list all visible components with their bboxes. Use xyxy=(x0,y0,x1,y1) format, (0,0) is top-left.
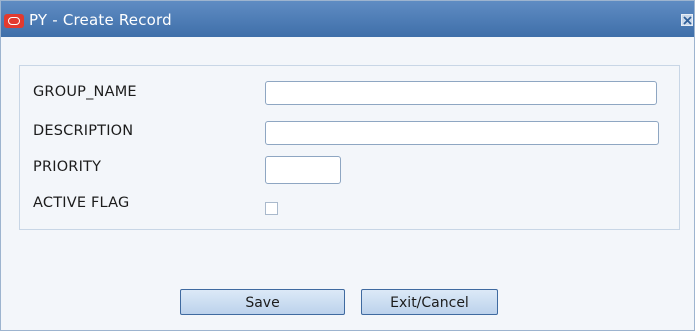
priority-input[interactable] xyxy=(265,156,341,184)
oracle-logo-icon xyxy=(4,14,24,28)
group-name-label: GROUP_NAME xyxy=(33,84,137,100)
active-flag-label: ACTIVE FLAG xyxy=(33,195,130,211)
active-flag-checkbox[interactable] xyxy=(265,202,278,215)
description-label: DESCRIPTION xyxy=(33,123,134,139)
priority-label: PRIORITY xyxy=(33,159,102,175)
window-title: PY - Create Record xyxy=(29,11,172,29)
title-bar: PY - Create Record xyxy=(1,1,694,37)
close-icon[interactable] xyxy=(681,14,693,26)
save-button[interactable]: Save xyxy=(180,289,345,315)
description-input[interactable] xyxy=(265,121,659,145)
group-name-input[interactable] xyxy=(265,81,657,105)
dialog-window: PY - Create Record GROUP_NAME DESCRIPTIO… xyxy=(0,0,695,331)
exit-cancel-button[interactable]: Exit/Cancel xyxy=(361,289,498,315)
